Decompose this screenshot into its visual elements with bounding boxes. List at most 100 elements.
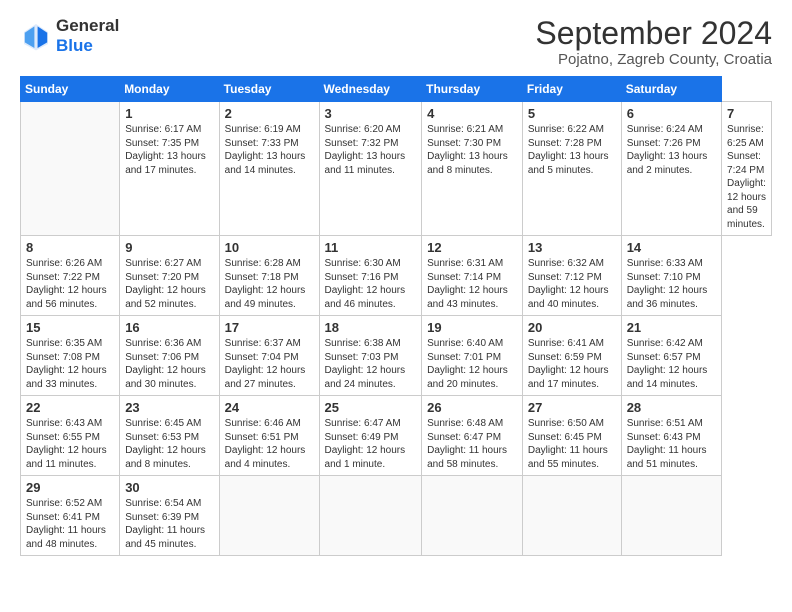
logo-text: General Blue xyxy=(56,16,119,56)
day-number: 26 xyxy=(427,400,517,415)
day-info: Sunrise: 6:22 AM Sunset: 7:28 PM Dayligh… xyxy=(528,123,616,177)
logo-icon xyxy=(20,20,52,52)
day-number: 5 xyxy=(528,106,616,121)
table-row: 7 Sunrise: 6:25 AM Sunset: 7:24 PM Dayli… xyxy=(722,102,772,236)
day-info: Sunrise: 6:42 AM Sunset: 6:57 PM Dayligh… xyxy=(627,337,716,391)
day-info: Sunrise: 6:48 AM Sunset: 6:47 PM Dayligh… xyxy=(427,417,517,471)
table-row: 11 Sunrise: 6:30 AM Sunset: 7:16 PM Dayl… xyxy=(319,236,422,316)
day-info: Sunrise: 6:30 AM Sunset: 7:16 PM Dayligh… xyxy=(325,257,417,311)
day-number: 3 xyxy=(325,106,417,121)
table-row: 25 Sunrise: 6:47 AM Sunset: 6:49 PM Dayl… xyxy=(319,396,422,476)
table-row: 21 Sunrise: 6:42 AM Sunset: 6:57 PM Dayl… xyxy=(621,316,721,396)
day-number: 21 xyxy=(627,320,716,335)
table-row: 19 Sunrise: 6:40 AM Sunset: 7:01 PM Dayl… xyxy=(422,316,523,396)
header-sunday: Sunday xyxy=(21,77,120,102)
day-info: Sunrise: 6:47 AM Sunset: 6:49 PM Dayligh… xyxy=(325,417,417,471)
day-number: 2 xyxy=(225,106,314,121)
day-info: Sunrise: 6:51 AM Sunset: 6:43 PM Dayligh… xyxy=(627,417,716,471)
table-row xyxy=(422,476,523,556)
day-number: 15 xyxy=(26,320,114,335)
day-info: Sunrise: 6:41 AM Sunset: 6:59 PM Dayligh… xyxy=(528,337,616,391)
title-area: September 2024 Pojatno, Zagreb County, C… xyxy=(535,16,772,68)
day-info: Sunrise: 6:45 AM Sunset: 6:53 PM Dayligh… xyxy=(125,417,213,471)
day-number: 23 xyxy=(125,400,213,415)
day-info: Sunrise: 6:36 AM Sunset: 7:06 PM Dayligh… xyxy=(125,337,213,391)
table-row: 14 Sunrise: 6:33 AM Sunset: 7:10 PM Dayl… xyxy=(621,236,721,316)
day-info: Sunrise: 6:50 AM Sunset: 6:45 PM Dayligh… xyxy=(528,417,616,471)
day-number: 7 xyxy=(727,106,766,121)
day-info: Sunrise: 6:17 AM Sunset: 7:35 PM Dayligh… xyxy=(125,123,213,177)
day-info: Sunrise: 6:40 AM Sunset: 7:01 PM Dayligh… xyxy=(427,337,517,391)
day-number: 4 xyxy=(427,106,517,121)
table-row: 16 Sunrise: 6:36 AM Sunset: 7:06 PM Dayl… xyxy=(120,316,219,396)
table-row xyxy=(621,476,721,556)
day-number: 8 xyxy=(26,240,114,255)
day-info: Sunrise: 6:20 AM Sunset: 7:32 PM Dayligh… xyxy=(325,123,417,177)
day-info: Sunrise: 6:28 AM Sunset: 7:18 PM Dayligh… xyxy=(225,257,314,311)
header-saturday: Saturday xyxy=(621,77,721,102)
header-monday: Monday xyxy=(120,77,219,102)
table-row: 22 Sunrise: 6:43 AM Sunset: 6:55 PM Dayl… xyxy=(21,396,120,476)
day-number: 10 xyxy=(225,240,314,255)
day-number: 27 xyxy=(528,400,616,415)
day-number: 1 xyxy=(125,106,213,121)
day-number: 14 xyxy=(627,240,716,255)
day-number: 24 xyxy=(225,400,314,415)
table-row: 6 Sunrise: 6:24 AM Sunset: 7:26 PM Dayli… xyxy=(621,102,721,236)
header-wednesday: Wednesday xyxy=(319,77,422,102)
table-row xyxy=(21,102,120,236)
calendar-header-row: Sunday Monday Tuesday Wednesday Thursday… xyxy=(21,77,772,102)
table-row xyxy=(219,476,319,556)
day-info: Sunrise: 6:24 AM Sunset: 7:26 PM Dayligh… xyxy=(627,123,716,177)
day-number: 6 xyxy=(627,106,716,121)
header-friday: Friday xyxy=(522,77,621,102)
day-info: Sunrise: 6:21 AM Sunset: 7:30 PM Dayligh… xyxy=(427,123,517,177)
table-row: 8 Sunrise: 6:26 AM Sunset: 7:22 PM Dayli… xyxy=(21,236,120,316)
day-info: Sunrise: 6:54 AM Sunset: 6:39 PM Dayligh… xyxy=(125,497,213,551)
page: General Blue September 2024 Pojatno, Zag… xyxy=(0,0,792,612)
day-info: Sunrise: 6:33 AM Sunset: 7:10 PM Dayligh… xyxy=(627,257,716,311)
day-info: Sunrise: 6:32 AM Sunset: 7:12 PM Dayligh… xyxy=(528,257,616,311)
table-row: 10 Sunrise: 6:28 AM Sunset: 7:18 PM Dayl… xyxy=(219,236,319,316)
day-info: Sunrise: 6:37 AM Sunset: 7:04 PM Dayligh… xyxy=(225,337,314,391)
header-tuesday: Tuesday xyxy=(219,77,319,102)
table-row: 18 Sunrise: 6:38 AM Sunset: 7:03 PM Dayl… xyxy=(319,316,422,396)
table-row: 1 Sunrise: 6:17 AM Sunset: 7:35 PM Dayli… xyxy=(120,102,219,236)
table-row: 26 Sunrise: 6:48 AM Sunset: 6:47 PM Dayl… xyxy=(422,396,523,476)
subtitle: Pojatno, Zagreb County, Croatia xyxy=(535,51,772,68)
day-info: Sunrise: 6:27 AM Sunset: 7:20 PM Dayligh… xyxy=(125,257,213,311)
day-number: 16 xyxy=(125,320,213,335)
table-row: 15 Sunrise: 6:35 AM Sunset: 7:08 PM Dayl… xyxy=(21,316,120,396)
table-row: 17 Sunrise: 6:37 AM Sunset: 7:04 PM Dayl… xyxy=(219,316,319,396)
table-row: 20 Sunrise: 6:41 AM Sunset: 6:59 PM Dayl… xyxy=(522,316,621,396)
day-number: 17 xyxy=(225,320,314,335)
table-row: 23 Sunrise: 6:45 AM Sunset: 6:53 PM Dayl… xyxy=(120,396,219,476)
table-row: 30 Sunrise: 6:54 AM Sunset: 6:39 PM Dayl… xyxy=(120,476,219,556)
table-row: 5 Sunrise: 6:22 AM Sunset: 7:28 PM Dayli… xyxy=(522,102,621,236)
month-title: September 2024 xyxy=(535,16,772,51)
day-info: Sunrise: 6:46 AM Sunset: 6:51 PM Dayligh… xyxy=(225,417,314,471)
day-info: Sunrise: 6:43 AM Sunset: 6:55 PM Dayligh… xyxy=(26,417,114,471)
table-row: 28 Sunrise: 6:51 AM Sunset: 6:43 PM Dayl… xyxy=(621,396,721,476)
day-info: Sunrise: 6:35 AM Sunset: 7:08 PM Dayligh… xyxy=(26,337,114,391)
day-info: Sunrise: 6:52 AM Sunset: 6:41 PM Dayligh… xyxy=(26,497,114,551)
table-row: 29 Sunrise: 6:52 AM Sunset: 6:41 PM Dayl… xyxy=(21,476,120,556)
day-number: 28 xyxy=(627,400,716,415)
day-number: 13 xyxy=(528,240,616,255)
day-info: Sunrise: 6:38 AM Sunset: 7:03 PM Dayligh… xyxy=(325,337,417,391)
day-number: 11 xyxy=(325,240,417,255)
table-row xyxy=(522,476,621,556)
day-number: 12 xyxy=(427,240,517,255)
day-number: 19 xyxy=(427,320,517,335)
table-row: 3 Sunrise: 6:20 AM Sunset: 7:32 PM Dayli… xyxy=(319,102,422,236)
logo: General Blue xyxy=(20,16,119,56)
header-thursday: Thursday xyxy=(422,77,523,102)
day-info: Sunrise: 6:19 AM Sunset: 7:33 PM Dayligh… xyxy=(225,123,314,177)
table-row xyxy=(319,476,422,556)
table-row: 12 Sunrise: 6:31 AM Sunset: 7:14 PM Dayl… xyxy=(422,236,523,316)
table-row: 4 Sunrise: 6:21 AM Sunset: 7:30 PM Dayli… xyxy=(422,102,523,236)
day-info: Sunrise: 6:25 AM Sunset: 7:24 PM Dayligh… xyxy=(727,123,766,231)
table-row: 2 Sunrise: 6:19 AM Sunset: 7:33 PM Dayli… xyxy=(219,102,319,236)
day-number: 20 xyxy=(528,320,616,335)
calendar-table: Sunday Monday Tuesday Wednesday Thursday… xyxy=(20,76,772,556)
